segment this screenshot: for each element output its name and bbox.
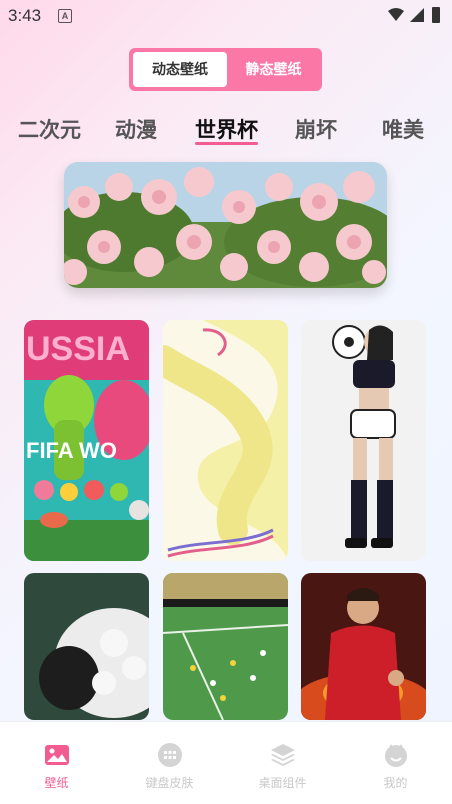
image-icon [45,745,69,765]
tab-wallpaper[interactable]: 壁纸 [0,722,113,804]
fifa-world-cup-art-thumbnail: USSIA FIFA WO [24,320,149,561]
static-wallpaper-tab[interactable]: 静态壁纸 [229,52,318,87]
wifi-icon [388,8,404,21]
roses-banner-image [64,162,387,288]
wallpaper-card[interactable] [24,573,149,720]
category-tab-aesthetic[interactable]: 唯美 [382,114,424,144]
category-tab-anime2d[interactable]: 二次元 [18,114,81,144]
football-model-thumbnail [301,320,426,561]
status-bar: 3:43 A [0,0,452,32]
layers-icon [271,744,295,766]
tab-label-wallpaper: 壁纸 [44,776,69,790]
football-match-thumbnail [163,573,288,720]
tab-mine[interactable]: 我的 [339,722,452,804]
tab-label-mine: 我的 [383,776,408,790]
bottom-tab-bar: 壁纸 键盘皮肤 桌面组件 我的 [0,721,452,804]
signal-icon [410,8,424,22]
wallpaper-card[interactable] [163,320,288,561]
wallpaper-type-toggle: 动态壁纸 静态壁纸 [129,48,322,91]
tab-desktop-widget[interactable]: 桌面组件 [226,722,339,804]
cartoon-sheep-thumbnail [24,573,149,720]
wallpaper-card[interactable] [163,573,288,720]
battery-icon [432,7,440,23]
tab-label-keyboard-skin: 键盘皮肤 [145,776,194,790]
wallpaper-card[interactable]: USSIA FIFA WO [24,320,149,561]
featured-banner[interactable] [64,162,387,288]
category-tab-honkai[interactable]: 崩坏 [295,114,337,144]
tab-label-desktop-widget: 桌面组件 [258,776,307,790]
tab-keyboard-skin[interactable]: 键盘皮肤 [113,722,226,804]
dynamic-wallpaper-tab[interactable]: 动态壁纸 [133,52,227,87]
wallpaper-card[interactable] [301,320,426,561]
category-tab-cartoon[interactable]: 动漫 [115,114,157,144]
notification-a-icon: A [58,9,72,23]
russia-text: USSIA [26,330,130,368]
football-star-fire-thumbnail [301,573,426,720]
abstract-cream-swirl-thumbnail [163,320,288,561]
category-tab-world-cup[interactable]: 世界杯 [195,114,258,144]
fifa-text: FIFA WO [26,438,117,463]
status-time: 3:43 [8,6,42,25]
keyboard-icon [158,743,182,767]
active-category-underline [195,142,258,145]
wallpaper-card[interactable] [301,573,426,720]
smiley-icon [385,744,407,767]
